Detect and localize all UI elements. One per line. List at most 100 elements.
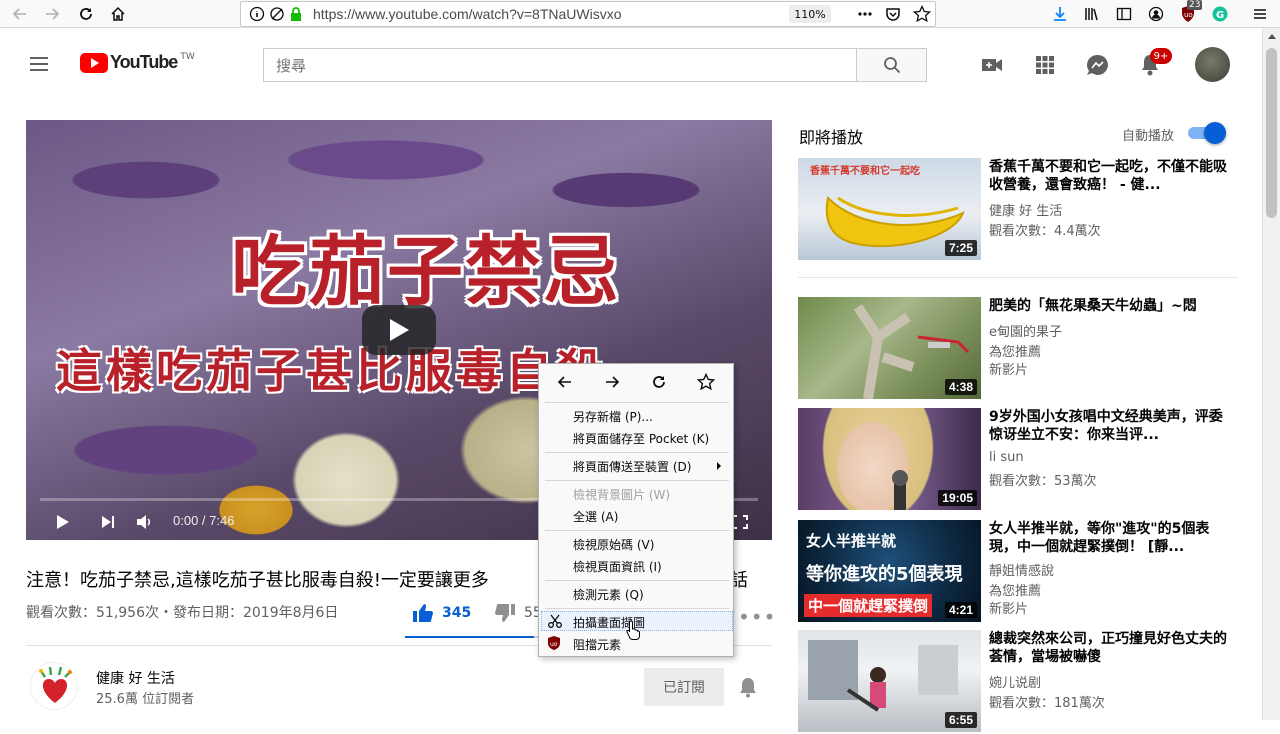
- recommendation-item[interactable]: 6:55 總裁突然來公司，正巧撞見好色丈夫的荟情，當場被嚇傻 婉儿说剧 觀看次數…: [798, 630, 1238, 734]
- time-display: 0:00 / 7:46: [173, 513, 235, 528]
- rec-channel: 靜姐情感說: [989, 564, 1055, 579]
- ctx-block-element[interactable]: 阻擋元素: [573, 636, 621, 653]
- reload-icon[interactable]: [74, 2, 98, 26]
- play-icon: [390, 319, 409, 341]
- download-icon[interactable]: [1048, 2, 1072, 26]
- autoplay-toggle[interactable]: [1186, 122, 1226, 144]
- ctx-save-pocket[interactable]: 將頁面儲存至 Pocket (K): [573, 430, 709, 447]
- back-icon[interactable]: [8, 2, 32, 26]
- ctx-send-to-device[interactable]: 將頁面傳送至裝置 (D): [573, 458, 691, 475]
- rec-thumbnail[interactable]: 6:55: [798, 630, 981, 732]
- rec-thumbnail[interactable]: 女人半推半就 等你進攻的5個表現 中一個就趕緊撲倒 4:21: [798, 520, 981, 622]
- avatar[interactable]: [1195, 47, 1230, 82]
- channel-bell-icon[interactable]: [738, 676, 762, 700]
- video-art-title: 吃茄子禁忌: [231, 227, 621, 316]
- page-scrollbar[interactable]: [1262, 28, 1280, 720]
- hamburger-icon[interactable]: [27, 52, 51, 80]
- channel-name[interactable]: 健康 好 生活: [96, 668, 175, 688]
- play-control-icon[interactable]: [51, 510, 75, 534]
- lock-icon[interactable]: [289, 6, 303, 26]
- rec-title[interactable]: 總裁突然來公司，正巧撞見好色丈夫的荟情，當場被嚇傻: [989, 630, 1229, 666]
- recommendation-item[interactable]: 4:38 肥美的「無花果桑天牛幼蟲」~悶 e甸園的果子 為您推薦 新影片: [798, 297, 1238, 401]
- ctx-save-as[interactable]: 另存新檔 (P)...: [573, 408, 653, 425]
- rec-title[interactable]: 肥美的「無花果桑天牛幼蟲」~悶: [989, 297, 1229, 315]
- next-icon[interactable]: [96, 510, 120, 534]
- apps-grid-icon[interactable]: [1030, 50, 1060, 80]
- context-reload-icon[interactable]: [647, 370, 671, 394]
- rec-thumbnail[interactable]: 4:38: [798, 297, 981, 399]
- rec-new-badge: 新影片: [989, 363, 1029, 378]
- rec-thumbnail[interactable]: 19:05: [798, 408, 981, 510]
- ctx-page-info[interactable]: 檢視頁面資訊 (I): [573, 558, 662, 575]
- context-back-icon[interactable]: [553, 370, 577, 394]
- more-actions-icon[interactable]: •••: [738, 605, 776, 629]
- page-actions-icon[interactable]: [857, 6, 873, 26]
- rec-thumb-line3: 中一個就趕緊撲倒: [804, 594, 933, 617]
- recommendation-item[interactable]: 香蕉千萬不要和它一起吃 7:25 香蕉千萬不要和它一起吃，不僅不能吸收營養，還會…: [798, 158, 1238, 262]
- account-icon[interactable]: [1144, 2, 1168, 26]
- scroll-up-icon[interactable]: [1268, 34, 1276, 39]
- screenshot-scissors-icon: [547, 613, 563, 629]
- rec-views: 觀看次數：4.4萬次: [989, 224, 1101, 239]
- menu-icon[interactable]: [1248, 2, 1272, 26]
- recommendation-item[interactable]: 19:05 9岁外国小女孩唱中文经典美声，评委惊讶坐立不安：你来当评... li…: [798, 408, 1238, 512]
- rec-duration: 19:05: [938, 490, 977, 506]
- url-bar[interactable]: https://www.youtube.com/watch?v=8TNaUWis…: [240, 1, 936, 27]
- pocket-icon[interactable]: [885, 6, 901, 26]
- rec-views: 觀看次數：181萬次: [989, 696, 1105, 711]
- hand-cursor-icon: [626, 620, 640, 640]
- dislike-button[interactable]: 55: [494, 600, 542, 626]
- rec-views: 觀看次數：53萬次: [989, 474, 1097, 489]
- rec-title[interactable]: 女人半推半就，等你"進攻"的5個表現，中一個就趕緊撲倒！ [靜...: [989, 520, 1229, 556]
- rec-title[interactable]: 9岁外国小女孩唱中文经典美声，评委惊讶坐立不安：你来当评...: [989, 408, 1229, 444]
- svg-text:uo: uo: [550, 641, 558, 648]
- thumbs-down-icon: [495, 604, 515, 622]
- search-button[interactable]: [856, 48, 927, 82]
- grammarly-icon[interactable]: G: [1208, 2, 1232, 26]
- ctx-inspect[interactable]: 檢測元素 (Q): [573, 586, 644, 603]
- rec-title[interactable]: 香蕉千萬不要和它一起吃，不僅不能吸收營養，還會致癌！ - 健...: [989, 158, 1229, 194]
- context-nav-row: [539, 364, 735, 400]
- context-bookmark-icon[interactable]: [694, 370, 718, 394]
- zoom-indicator[interactable]: 110%: [789, 5, 831, 23]
- volume-icon[interactable]: [132, 510, 156, 534]
- forward-icon[interactable]: [40, 2, 64, 26]
- rec-thumbnail[interactable]: 香蕉千萬不要和它一起吃 7:25: [798, 158, 981, 260]
- browser-toolbar: https://www.youtube.com/watch?v=8TNaUWis…: [0, 0, 1280, 28]
- rec-channel: 婉儿说剧: [989, 676, 1042, 691]
- scroll-thumb[interactable]: [1266, 48, 1277, 218]
- youtube-play-logo-icon: [80, 52, 108, 73]
- rec-thumb-line1: 女人半推半就: [806, 532, 897, 550]
- sidebar-icon[interactable]: [1112, 2, 1136, 26]
- rec-duration: 4:38: [944, 379, 977, 395]
- divider: [545, 608, 729, 609]
- url-text: https://www.youtube.com/watch?v=8TNaUWis…: [313, 6, 622, 22]
- channel-avatar[interactable]: [30, 662, 78, 710]
- ctx-select-all[interactable]: 全選 (A): [573, 508, 618, 525]
- divider: [545, 452, 729, 453]
- rec-channel: 健康 好 生活: [989, 204, 1063, 219]
- large-play-button[interactable]: [362, 305, 436, 355]
- permissions-icon[interactable]: [269, 6, 285, 26]
- like-ratio-fill: [405, 636, 534, 638]
- bookmark-star-icon[interactable]: [912, 4, 932, 27]
- context-forward-icon[interactable]: [600, 370, 624, 394]
- like-button[interactable]: 345: [412, 600, 471, 626]
- subscribed-button[interactable]: 已訂閱: [644, 668, 724, 706]
- svg-text:uo: uo: [1184, 11, 1193, 19]
- recommendation-item[interactable]: 女人半推半就 等你進攻的5個表現 中一個就趕緊撲倒 4:21 女人半推半就，等你…: [798, 520, 1238, 624]
- youtube-header: YouTube TW 9+: [0, 28, 1262, 98]
- youtube-logo[interactable]: YouTube TW: [80, 52, 195, 73]
- search-input[interactable]: [276, 55, 836, 77]
- ctx-view-source[interactable]: 檢視原始碼 (V): [573, 536, 654, 553]
- home-icon[interactable]: [106, 2, 130, 26]
- info-icon[interactable]: [249, 6, 265, 26]
- svg-text:G: G: [1216, 10, 1224, 21]
- context-menu: 另存新檔 (P)... 將頁面儲存至 Pocket (K) 將頁面傳送至裝置 (…: [538, 363, 734, 657]
- rec-duration: 7:25: [944, 240, 977, 256]
- create-video-icon[interactable]: [977, 50, 1007, 80]
- library-icon[interactable]: [1080, 2, 1104, 26]
- divider: [798, 277, 1238, 278]
- messages-icon[interactable]: [1082, 50, 1112, 80]
- rec-thumb-line2: 等你進攻的5個表現: [806, 564, 963, 585]
